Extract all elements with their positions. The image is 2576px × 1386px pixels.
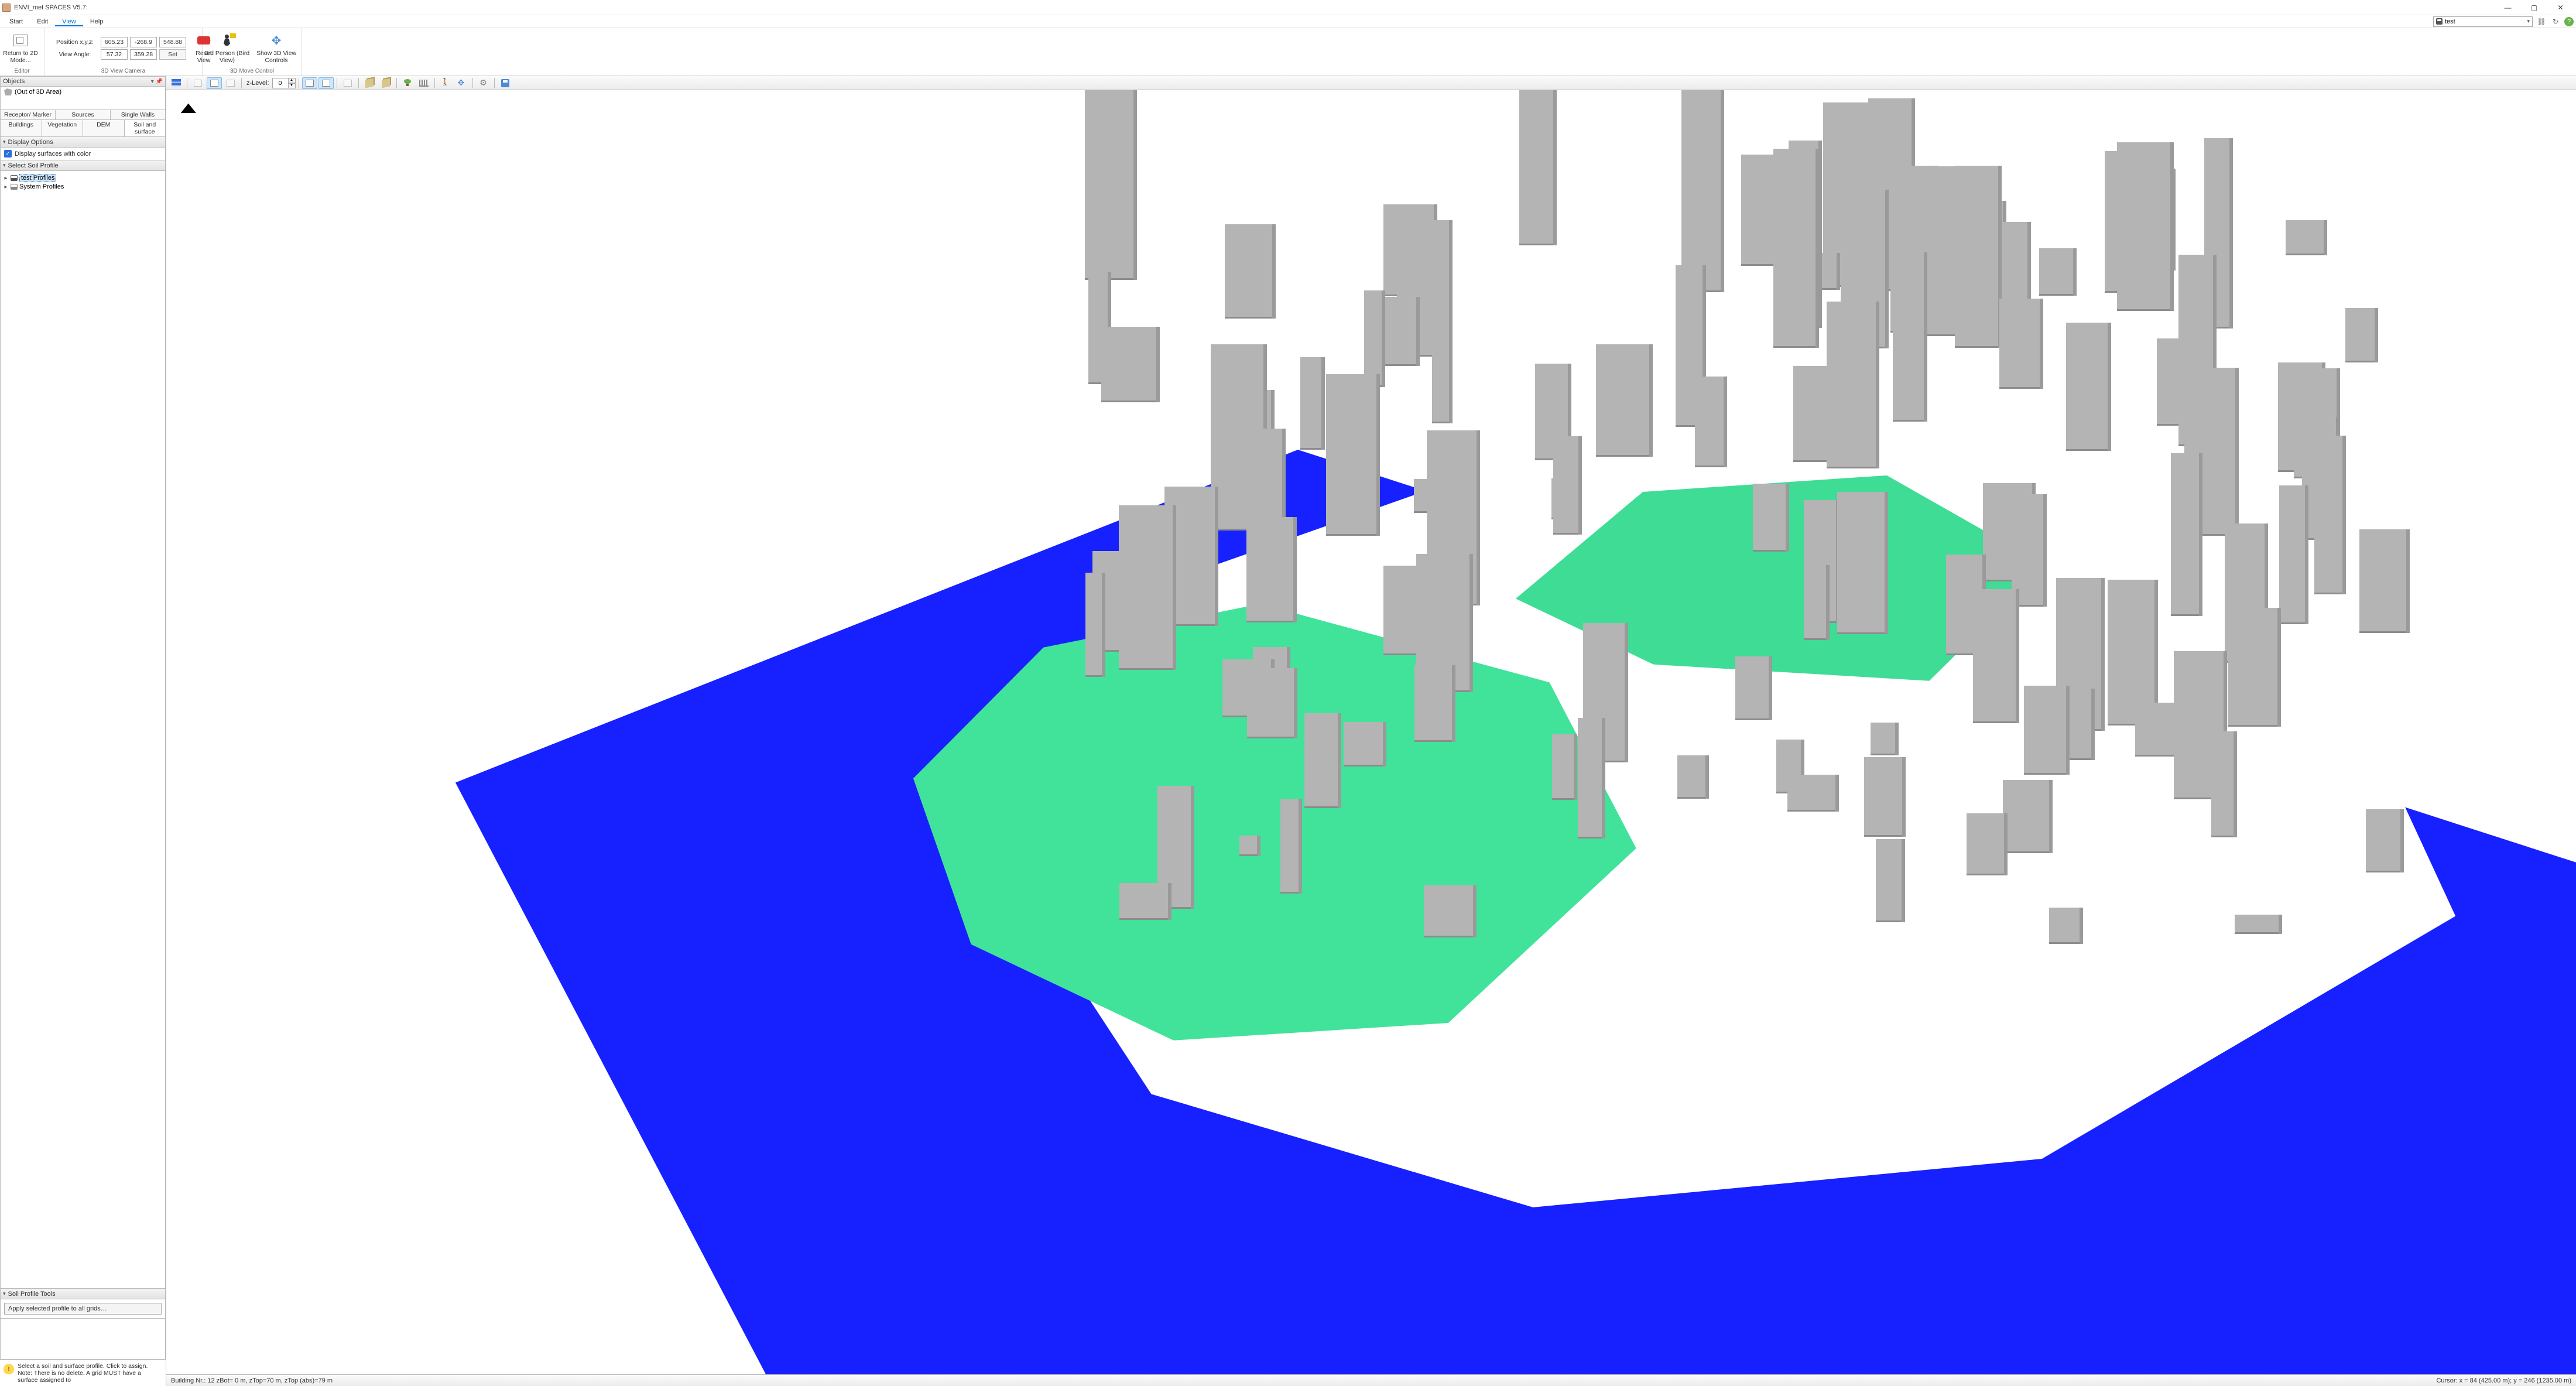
tab-single-walls[interactable]: Single Walls — [111, 110, 165, 120]
third-person-button[interactable]: 3rd Person (Bird View) — [203, 29, 252, 67]
tb-settings-icon[interactable]: ⚙ — [476, 77, 491, 89]
tree-node-system-profiles[interactable]: ▸ System Profiles — [2, 183, 164, 191]
move-arrows-icon: ✥ — [272, 33, 282, 48]
zlevel-up[interactable]: ▲ — [289, 78, 296, 83]
ribbon-group-editor-label: Editor — [0, 67, 44, 76]
chevron-down-icon: ▾ — [3, 139, 6, 145]
window-title: ENVI_met SPACES V5.7: — [14, 4, 88, 11]
database-icon — [2436, 18, 2443, 25]
sidebar-tip: Select a soil and surface profile. Click… — [0, 1360, 166, 1386]
display-options-header[interactable]: ▾ Display Options — [0, 137, 166, 148]
tb-layer-2[interactable] — [318, 77, 334, 89]
chevron-down-icon: ▾ — [3, 1291, 6, 1297]
zlevel-input[interactable] — [272, 78, 289, 88]
tb-walk-icon[interactable] — [438, 77, 453, 89]
tb-move-icon[interactable] — [454, 77, 470, 89]
viewport-toolbar: z-Level: ▲▼ ⚙ — [166, 76, 2576, 90]
pos-z-input[interactable]: 548.88 — [159, 37, 186, 47]
tb-box-1[interactable] — [190, 77, 205, 89]
tab-buildings[interactable]: Buildings — [1, 120, 42, 136]
objects-area: (Out of 3D Area) — [0, 87, 166, 110]
tb-cube-1[interactable] — [362, 77, 377, 89]
tree-node-test-profiles[interactable]: ▸ test Profiles — [2, 173, 164, 183]
set-button[interactable]: Set — [159, 49, 186, 60]
tb-box-3[interactable] — [223, 77, 238, 89]
tab-vegetation[interactable]: Vegetation — [42, 120, 84, 136]
ribbon-group-camera-label: 3D View Camera — [44, 67, 202, 76]
title-bar: ENVI_met SPACES V5.7: — ▢ ✕ — [0, 0, 2576, 15]
camera-icon — [197, 36, 210, 45]
zlevel-spinner[interactable]: ▲▼ — [272, 78, 296, 88]
refresh-icon[interactable]: ↻ — [2550, 16, 2561, 27]
display-surfaces-label: Display surfaces with color — [15, 150, 91, 158]
expand-icon[interactable]: ▸ — [3, 175, 9, 182]
category-tabs: Receptor/ Marker Sources Single Walls Bu… — [0, 110, 166, 137]
objects-panel-header[interactable]: Objects ▾ 📌 — [0, 76, 166, 87]
tab-receptor-marker[interactable]: Receptor/ Marker — [1, 110, 56, 120]
ribbon: Return to 2D Mode... Editor Position x,y… — [0, 28, 2576, 76]
chevron-down-icon: ▾ — [3, 162, 6, 169]
menu-help[interactable]: Help — [83, 17, 111, 26]
status-left: Building Nr.: 12 zBot= 0 m, zTop=70 m, z… — [171, 1377, 333, 1384]
hierarchy-icon[interactable]: ⛓ — [2536, 16, 2547, 27]
pin-icon[interactable]: ▾ 📌 — [151, 78, 163, 85]
zlevel-down[interactable]: ▼ — [289, 83, 296, 88]
tb-grid-view[interactable] — [169, 77, 184, 89]
soil-profile-tools-header[interactable]: ▾ Soil Profile Tools — [0, 1289, 166, 1299]
app-icon — [2, 4, 11, 12]
viewport-3d[interactable]: ▲ — [166, 90, 2576, 1374]
tb-vegetation-icon[interactable] — [400, 77, 415, 89]
grid-2d-icon — [13, 35, 28, 46]
return-to-2d-button[interactable]: Return to 2D Mode... — [0, 29, 41, 67]
tb-box-2[interactable] — [207, 77, 222, 89]
project-combo[interactable]: test ▾ — [2433, 16, 2533, 27]
display-surfaces-checkbox[interactable]: ✓ — [4, 150, 12, 158]
help-icon[interactable]: ? — [2564, 17, 2574, 26]
tb-cube-2[interactable] — [378, 77, 393, 89]
project-combo-value: test — [2445, 18, 2455, 25]
select-soil-profile-header[interactable]: ▾ Select Soil Profile — [0, 160, 166, 171]
tab-dem[interactable]: DEM — [83, 120, 125, 136]
apply-profile-button[interactable]: Apply selected profile to all grids… — [4, 1303, 162, 1315]
pos-x-input[interactable]: 605.23 — [101, 37, 128, 47]
position-xyz-label: Position x,y,z: — [52, 39, 98, 46]
menu-bar: Start Edit View Help test ▾ ⛓ ↻ ? — [0, 15, 2576, 28]
expand-icon[interactable]: ▸ — [3, 184, 9, 190]
database-icon — [11, 175, 18, 181]
tb-layer-1[interactable] — [302, 77, 317, 89]
system-icon — [11, 184, 18, 190]
display-options-body: ✓ Display surfaces with color — [0, 148, 166, 160]
person-flag-icon — [221, 35, 233, 46]
tb-save-icon[interactable] — [498, 77, 513, 89]
close-button[interactable]: ✕ — [2547, 0, 2574, 15]
chevron-down-icon: ▾ — [2527, 18, 2530, 25]
menu-view[interactable]: View — [55, 17, 83, 26]
zlevel-label: z-Level: — [246, 80, 269, 87]
show-3d-controls-button[interactable]: ✥ Show 3D View Controls — [252, 29, 301, 67]
tab-sources[interactable]: Sources — [56, 110, 111, 120]
angle-1-input[interactable]: 57.32 — [101, 49, 128, 60]
soil-profile-tree[interactable]: ▸ test Profiles ▸ System Profiles — [0, 171, 166, 1289]
minimize-button[interactable]: — — [2495, 0, 2521, 15]
scene-3d — [166, 90, 2576, 1374]
angle-2-input[interactable]: 359.28 — [130, 49, 157, 60]
status-bar: Building Nr.: 12 zBot= 0 m, zTop=70 m, z… — [166, 1374, 2576, 1386]
ribbon-group-move-label: 3D Move Control — [203, 67, 302, 76]
main-area: z-Level: ▲▼ ⚙ — [166, 76, 2576, 1386]
tb-layer-3[interactable] — [340, 77, 355, 89]
object-3d-icon — [4, 88, 12, 95]
tip-bulb-icon — [4, 1364, 14, 1374]
pos-y-input[interactable]: -268.9 — [130, 37, 157, 47]
tab-soil-and-surface[interactable]: Soil and surface — [125, 120, 166, 136]
menu-start[interactable]: Start — [2, 17, 30, 26]
tb-fence-icon[interactable] — [416, 77, 431, 89]
status-right: Cursor: x = 84 (425.00 m); y = 246 (1235… — [2436, 1377, 2571, 1384]
menu-edit[interactable]: Edit — [30, 17, 55, 26]
view-angle-label: View Angle: — [52, 51, 98, 58]
sidebar: Objects ▾ 📌 (Out of 3D Area) Receptor/ M… — [0, 76, 166, 1386]
maximize-button[interactable]: ▢ — [2521, 0, 2547, 15]
